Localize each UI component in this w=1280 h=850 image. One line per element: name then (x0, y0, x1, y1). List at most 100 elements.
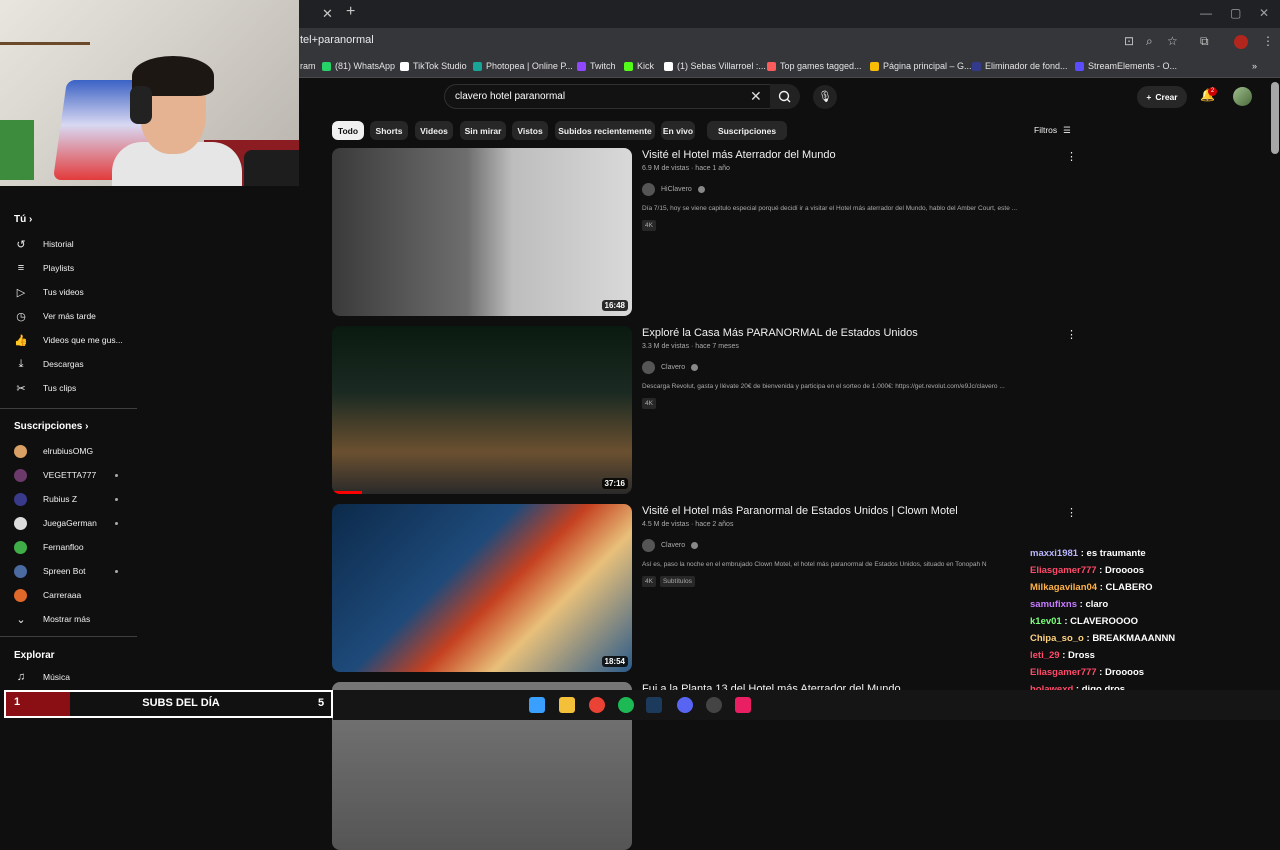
channel-row[interactable]: Clavero (642, 361, 699, 374)
sidebar-item[interactable]: ◷ Ver más tarde (14, 306, 134, 326)
chip-vistos[interactable]: Vistos (512, 121, 548, 140)
chat-separator: : (1061, 616, 1071, 627)
bookmark-item[interactable]: Twitch (577, 61, 616, 71)
tiktok-icon[interactable] (735, 697, 751, 713)
bookmark-star-icon[interactable]: ☆ (1167, 34, 1178, 48)
subscription-item[interactable]: JuegaGerman (14, 513, 134, 533)
chat-separator: : (1096, 565, 1105, 576)
browser-menu-icon[interactable]: ⋮ (1262, 34, 1274, 48)
sidebar-item-label: Descargas (43, 359, 84, 369)
filters-button[interactable]: Filtros ☰ (1034, 125, 1071, 136)
subscription-item[interactable]: VEGETTA777 (14, 465, 134, 485)
bookmark-item[interactable]: Kick (624, 61, 654, 71)
video-result: 37:16 Exploré la Casa Más PARANORMAL de E… (332, 326, 1077, 494)
more-actions-icon[interactable]: ⋮ (1066, 150, 1077, 163)
chat-message: Eliasgamer777 : Droooos (1030, 667, 1144, 678)
bookmark-favicon-icon (577, 61, 586, 71)
sidebar-section-suscripciones[interactable]: Suscripciones › (14, 421, 88, 432)
sidebar-item[interactable]: ↺ Historial (14, 234, 134, 254)
video-title[interactable]: Visité el Hotel más Aterrador del Mundo (642, 149, 836, 161)
new-content-dot (115, 522, 118, 525)
bookmark-item[interactable]: (81) WhatsApp (322, 61, 395, 71)
spotify-icon[interactable] (618, 697, 634, 713)
subscription-item[interactable]: Spreen Bot (14, 561, 134, 581)
video-badges: 4K (642, 398, 656, 409)
more-actions-icon[interactable]: ⋮ (1066, 328, 1077, 341)
bookmark-favicon-icon (473, 61, 482, 71)
sidebar-item[interactable]: ⤓ Descargas (14, 354, 134, 374)
search-button[interactable] (770, 84, 800, 109)
channel-row[interactable]: HiClavero (642, 183, 705, 196)
steam-icon[interactable] (646, 697, 662, 713)
sidebar-section-tu[interactable]: Tú › (14, 214, 32, 225)
restore-icon[interactable]: ▢ (1230, 6, 1241, 20)
video-thumbnail[interactable]: 16:48 (332, 148, 632, 316)
bookmark-item[interactable]: TikTok Studio (400, 61, 467, 71)
show-more-button[interactable]: ⌄ Mostrar más (14, 609, 134, 629)
sidebar-item[interactable]: ≡ Playlists (14, 258, 134, 278)
bookmark-item[interactable]: Página principal – G... (870, 61, 972, 71)
subscription-item[interactable]: elrubiusOMG (14, 441, 134, 461)
start-icon[interactable] (529, 697, 545, 713)
bookmark-item[interactable]: Top games tagged... (767, 61, 862, 71)
sidebar-item[interactable]: ♫ Música (14, 667, 134, 687)
bookmark-item[interactable]: Eliminador de fond... (972, 61, 1068, 71)
sidebar-item-label: Ver más tarde (43, 311, 96, 321)
video-title[interactable]: Exploré la Casa Más PARANORMAL de Estado… (642, 327, 918, 339)
profile-avatar[interactable] (1234, 35, 1248, 49)
new-tab-icon[interactable]: + (346, 3, 355, 21)
close-tab-icon[interactable]: ✕ (322, 6, 333, 22)
discord-icon[interactable] (677, 697, 693, 713)
voice-search-button[interactable]: 🎙 (813, 85, 837, 109)
window-close-icon[interactable]: ✕ (1259, 6, 1269, 20)
bookmark-favicon-icon (322, 61, 331, 71)
new-content-dot (115, 474, 118, 477)
chip-todo[interactable]: Todo (332, 121, 364, 140)
more-actions-icon[interactable]: ⋮ (1066, 506, 1077, 519)
video-thumbnail[interactable]: 18:54 (332, 504, 632, 672)
bookmark-item[interactable]: ram (300, 61, 316, 71)
account-avatar[interactable] (1233, 87, 1252, 106)
video-description: Así es, paso la noche en el embrujado Cl… (642, 561, 987, 568)
chip-sin-mirar[interactable]: Sin mirar (460, 121, 506, 140)
subscription-item[interactable]: Carreraaa (14, 585, 134, 605)
chat-separator: : (1096, 667, 1105, 678)
chip-en-vivo[interactable]: En vivo (661, 121, 695, 140)
chip-suscripciones[interactable]: Suscripciones (707, 121, 787, 140)
chat-username: samufixns (1030, 599, 1077, 610)
subscription-item[interactable]: Fernanfloo (14, 537, 134, 557)
watch-progress-bar (332, 491, 362, 494)
chrome-icon[interactable] (589, 697, 605, 713)
bookmark-item[interactable]: StreamElements - O... (1075, 61, 1177, 71)
subscription-label: VEGETTA777 (43, 470, 97, 480)
video-thumbnail[interactable]: 37:16 (332, 326, 632, 494)
install-app-icon[interactable]: ⊡ (1124, 34, 1134, 48)
divider (0, 408, 137, 409)
subs-position: 1 (6, 692, 70, 716)
clear-search-icon[interactable]: ✕ (750, 88, 762, 105)
channel-row[interactable]: Clavero (642, 539, 699, 552)
url-text[interactable]: tel+paranormal (300, 34, 374, 46)
search-input[interactable]: clavero hotel paranormal (455, 91, 565, 102)
obs-icon[interactable] (706, 697, 722, 713)
file-explorer-icon[interactable] (559, 697, 575, 713)
minimize-icon[interactable]: — (1200, 6, 1212, 20)
video-title[interactable]: Visité el Hotel más Paranormal de Estado… (642, 505, 958, 517)
bookmarks-overflow-icon[interactable]: » (1252, 61, 1257, 71)
badge: Subtítulos (659, 576, 695, 587)
sidebar-item[interactable]: 👍 Videos que me gus... (14, 330, 134, 350)
subs-del-dia-bar: 1 SUBS DEL DÍA 5 (4, 690, 333, 718)
chip-shorts[interactable]: Shorts (370, 121, 408, 140)
subscription-item[interactable]: Rubius Z (14, 489, 134, 509)
scrollbar[interactable] (1271, 82, 1279, 154)
bookmark-item[interactable]: (1) Sebas Villarroel :... (664, 61, 766, 71)
bookmark-item[interactable]: Photopea | Online P... (473, 61, 573, 71)
zoom-icon[interactable]: ⌕ (1146, 34, 1153, 49)
search-box[interactable]: clavero hotel paranormal ✕ (444, 84, 774, 109)
extensions-icon[interactable]: ⧉ (1200, 34, 1209, 49)
chip-videos[interactable]: Videos (415, 121, 453, 140)
sidebar-item[interactable]: ✂ Tus clips (14, 378, 134, 398)
create-button[interactable]: + Crear (1137, 86, 1187, 108)
sidebar-item[interactable]: ▷ Tus videos (14, 282, 134, 302)
chip-subidos-recientemente[interactable]: Subidos recientemente (555, 121, 655, 140)
